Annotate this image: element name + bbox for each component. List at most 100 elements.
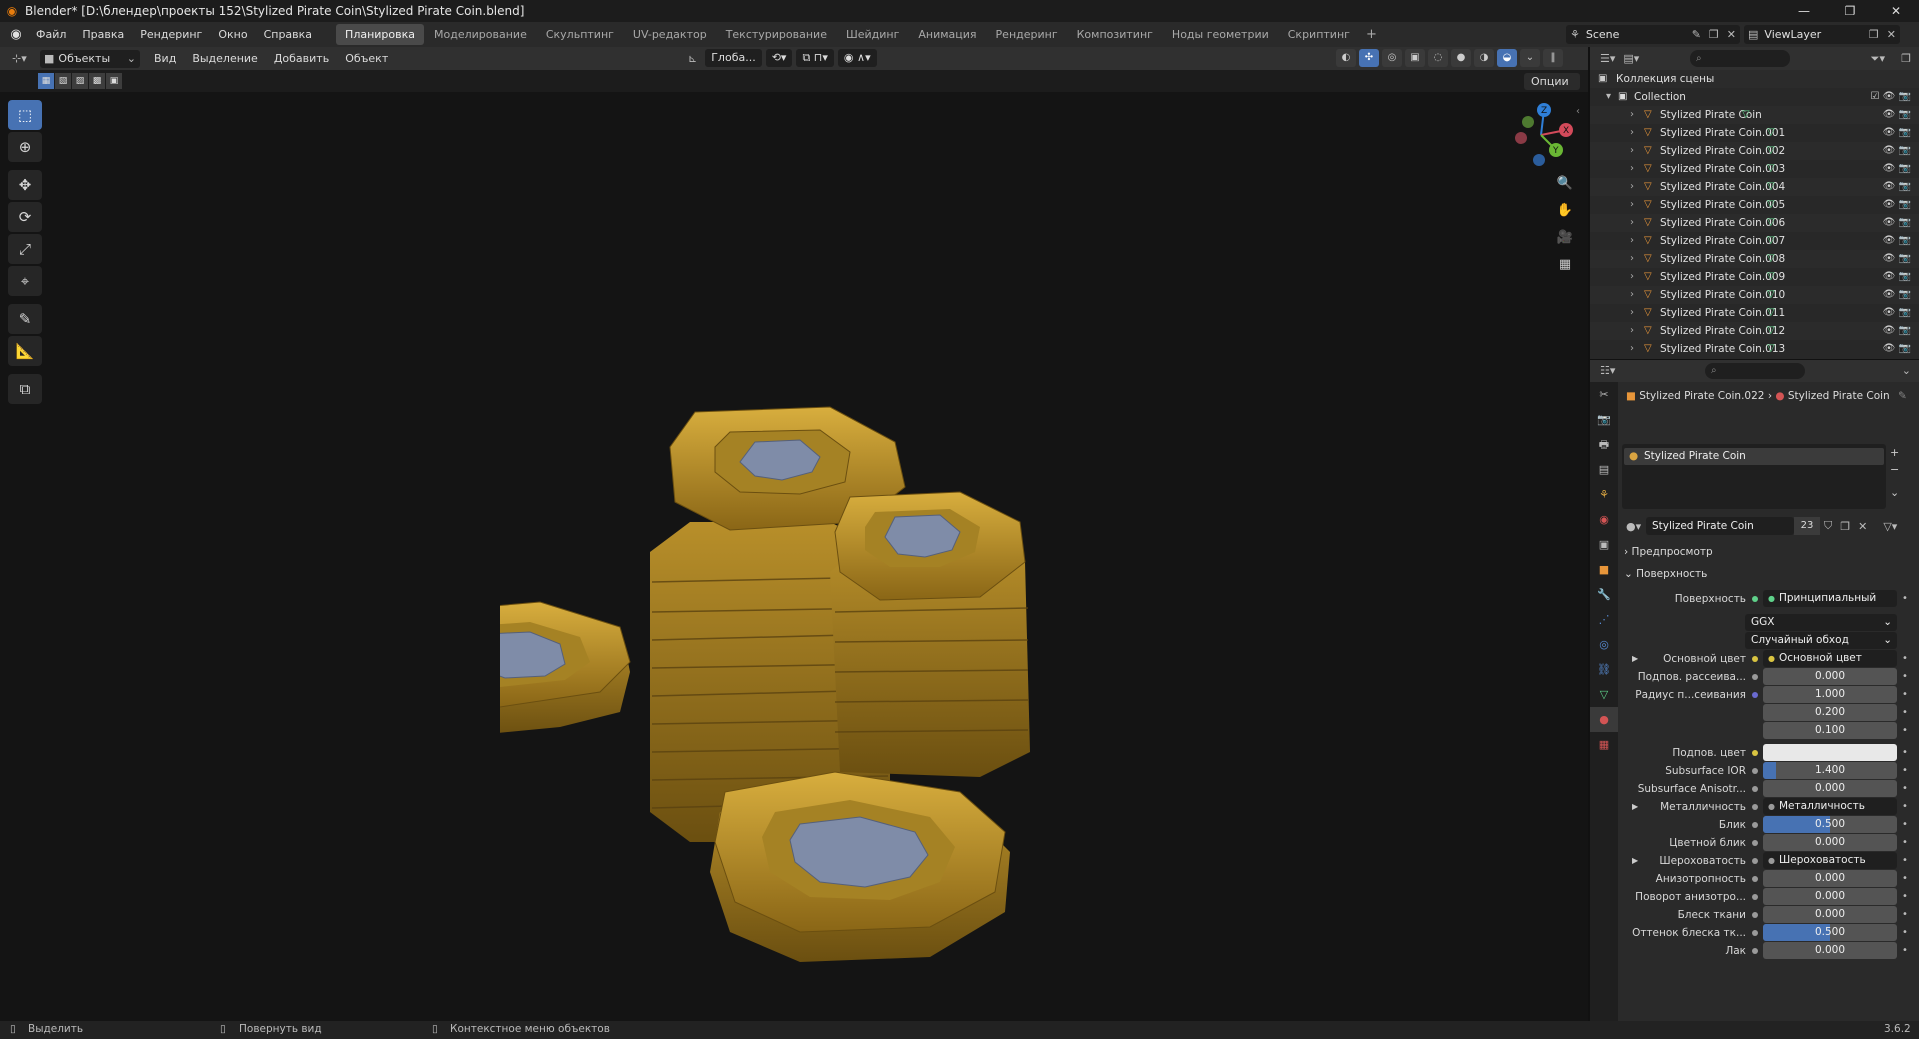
mesh-data-icon[interactable]: ▽ <box>1767 124 1775 142</box>
mesh-data-icon[interactable]: ▽ <box>1767 196 1775 214</box>
minimize-button[interactable]: — <box>1781 0 1827 22</box>
rotate-tool-icon[interactable]: ⟳ <box>8 202 42 232</box>
preview-panel-header[interactable]: › Предпросмотр <box>1624 546 1713 558</box>
new-collection-icon[interactable]: ❐ <box>1897 52 1915 65</box>
menu-file[interactable]: Файл <box>28 22 74 47</box>
material-name-field[interactable]: Stylized Pirate Coin <box>1646 517 1794 535</box>
socket-icon[interactable] <box>1752 786 1758 792</box>
scene-tab-icon[interactable]: ⚘ <box>1590 482 1618 507</box>
menu-edit[interactable]: Правка <box>74 22 132 47</box>
keyframe-icon[interactable]: • <box>1902 668 1908 686</box>
keyframe-icon[interactable]: • <box>1902 590 1908 608</box>
object-visibility-icons[interactable]: 👁 📷 <box>1883 196 1911 214</box>
tab-shading[interactable]: Шейдинг <box>837 24 908 45</box>
scene-name[interactable]: Scene <box>1584 28 1688 41</box>
object-visibility-icons[interactable]: 👁 📷 <box>1883 214 1911 232</box>
visibility-icon[interactable]: ◐ <box>1336 49 1356 67</box>
select-extend-icon[interactable]: ▧ <box>55 73 71 89</box>
mesh-data-icon[interactable]: ▽ <box>1767 322 1775 340</box>
expand-arrow-icon[interactable]: › <box>1630 304 1634 322</box>
tab-geometry-nodes[interactable]: Ноды геометрии <box>1163 24 1278 45</box>
scene-selector[interactable]: ⚘ Scene ✎ ❐ ✕ <box>1566 25 1740 44</box>
material-shading-icon[interactable]: ◑ <box>1474 49 1494 67</box>
pin-icon[interactable]: ✎ <box>1688 28 1705 41</box>
gizmo-neg-x-icon[interactable] <box>1515 132 1527 144</box>
outliner-collection-row[interactable]: ▾ ▣ Collection ☑ 👁 📷 <box>1590 88 1919 106</box>
shading-options-icon[interactable]: ⌄ <box>1520 49 1540 67</box>
rendered-shading-icon[interactable]: ◒ <box>1497 49 1517 67</box>
expand-arrow-icon[interactable]: › <box>1630 124 1634 142</box>
object-visibility-icons[interactable]: 👁 📷 <box>1883 142 1911 160</box>
editor-type-icon[interactable]: ⊹▾ <box>8 52 31 65</box>
expand-arrow-icon[interactable]: › <box>1630 196 1634 214</box>
expand-arrow-icon[interactable]: › <box>1630 142 1634 160</box>
property-field[interactable]: 0.000 <box>1763 870 1897 887</box>
select-box-tool-icon[interactable]: ⬚ <box>8 100 42 130</box>
link-data-icon[interactable]: ▽▾ <box>1879 520 1901 533</box>
expand-arrow-icon[interactable]: ▶ <box>1632 650 1638 668</box>
interaction-mode-dropdown[interactable]: ■ Объекты ⌄ <box>40 49 140 68</box>
menu-help[interactable]: Справка <box>256 22 320 47</box>
add-cube-tool-icon[interactable]: ⧉ <box>8 374 42 404</box>
world-tab-icon[interactable]: ◉ <box>1590 507 1618 532</box>
keyframe-icon[interactable]: • <box>1902 798 1908 816</box>
socket-icon[interactable] <box>1752 822 1758 828</box>
mesh-data-icon[interactable]: ▽ <box>1767 340 1775 358</box>
slot-specials-icon[interactable]: ⌄ <box>1890 484 1899 501</box>
maximize-button[interactable]: ❐ <box>1827 0 1873 22</box>
tab-sculpting[interactable]: Скульптинг <box>537 24 623 45</box>
select-subtract-icon[interactable]: ▨ <box>72 73 88 89</box>
display-mode-icon[interactable]: ▤▾ <box>1619 52 1643 65</box>
render-tab-icon[interactable]: 📷 <box>1590 407 1618 432</box>
expand-arrow-icon[interactable]: › <box>1630 214 1634 232</box>
browse-material-icon[interactable]: ●▾ <box>1622 520 1645 533</box>
output-tab-icon[interactable]: 🖶 <box>1590 432 1618 457</box>
expand-arrow-icon[interactable]: › <box>1630 160 1634 178</box>
properties-options-icon[interactable]: ⌄ <box>1898 364 1915 377</box>
pan-hand-icon[interactable]: ✋ <box>1553 203 1577 223</box>
keyframe-icon[interactable]: • <box>1902 722 1908 740</box>
socket-icon[interactable] <box>1752 656 1758 662</box>
property-field[interactable]: 0.500 <box>1763 816 1897 833</box>
navigation-gizmo[interactable]: Z X Y <box>1506 100 1576 170</box>
mesh-data-icon[interactable]: ▽ <box>1767 268 1775 286</box>
object-visibility-icons[interactable]: 👁 📷 <box>1883 304 1911 322</box>
collection-visibility-icons[interactable]: ☑ 👁 📷 <box>1871 88 1911 106</box>
object-visibility-icons[interactable]: 👁 📷 <box>1883 106 1911 124</box>
mesh-data-icon[interactable]: ▽ <box>1767 178 1775 196</box>
mesh-data-icon[interactable]: ▽ <box>1742 106 1750 124</box>
new-view-layer-icon[interactable]: ❐ <box>1865 28 1883 41</box>
keyframe-icon[interactable]: • <box>1902 942 1908 960</box>
outliner-root-row[interactable]: ▣ Коллекция сцены <box>1590 70 1919 88</box>
property-field[interactable]: 0.000 <box>1763 942 1897 959</box>
object-visibility-icons[interactable]: 👁 📷 <box>1883 232 1911 250</box>
object-visibility-icons[interactable]: 👁 📷 <box>1883 286 1911 304</box>
data-tab-icon[interactable]: ▽ <box>1590 682 1618 707</box>
3d-viewport[interactable]: ⬚ ⊕ ✥ ⟳ ⤢ ⌖ ✎ 📐 ⧉ Z X Y ‹ 🔍 ✋ 🎥 ▦ <box>0 92 1588 1021</box>
outliner-object-row[interactable]: › ▽ Stylized Pirate Coin.011 ▽ 👁 📷 <box>1590 304 1919 322</box>
camera-view-icon[interactable]: 🎥 <box>1553 230 1577 250</box>
keyframe-icon[interactable]: • <box>1902 906 1908 924</box>
material-slot-list[interactable]: ● Stylized Pirate Coin <box>1622 444 1886 509</box>
overlay-toggle-icon[interactable]: ◎ <box>1382 49 1402 67</box>
expand-arrow-icon[interactable]: › <box>1630 286 1634 304</box>
keyframe-icon[interactable]: • <box>1902 888 1908 906</box>
object-visibility-icons[interactable]: 👁 📷 <box>1883 322 1911 340</box>
annotate-tool-icon[interactable]: ✎ <box>8 304 42 334</box>
socket-icon[interactable] <box>1752 858 1758 864</box>
delete-view-layer-icon[interactable]: ✕ <box>1883 28 1900 41</box>
object-visibility-icons[interactable]: 👁 📷 <box>1883 124 1911 142</box>
select-invert-icon[interactable]: ▩ <box>89 73 105 89</box>
pivot-point-icon[interactable]: ⟲▾ <box>765 49 793 67</box>
tab-texture-paint[interactable]: Текстурирование <box>717 24 836 45</box>
socket-icon[interactable] <box>1752 930 1758 936</box>
scale-tool-icon[interactable]: ⤢ <box>8 234 42 264</box>
keyframe-icon[interactable]: • <box>1902 816 1908 834</box>
outliner-search-input[interactable]: ⌕ <box>1690 50 1790 67</box>
properties-search-input[interactable]: ⌕ <box>1705 363 1805 379</box>
tab-rendering[interactable]: Рендеринг <box>987 24 1067 45</box>
mesh-data-icon[interactable]: ▽ <box>1767 286 1775 304</box>
view-layer-selector[interactable]: ▤ ViewLayer ❐ ✕ <box>1744 25 1900 44</box>
outliner-object-row[interactable]: › ▽ Stylized Pirate Coin.007 ▽ 👁 📷 <box>1590 232 1919 250</box>
pause-render-icon[interactable]: ‖ <box>1543 49 1563 67</box>
